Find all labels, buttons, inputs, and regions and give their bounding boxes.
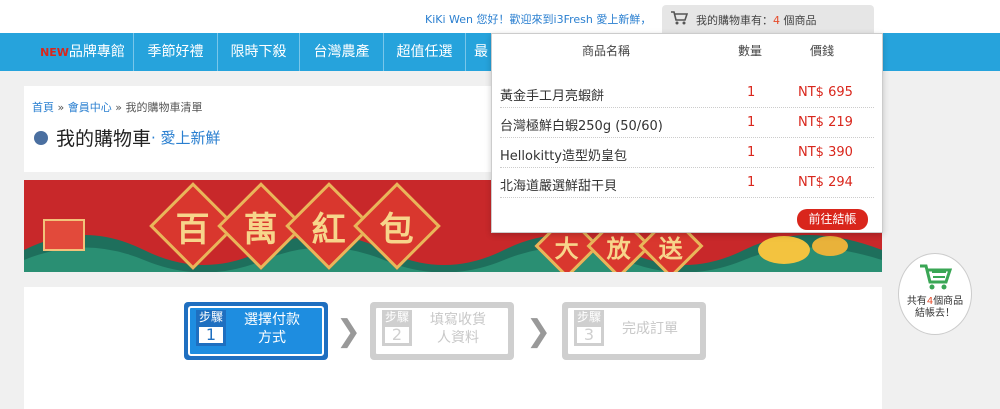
col-price: 價錢 <box>810 44 835 58</box>
greeting-text: 您好！歡迎來到i3Fresh 愛上新鮮， <box>473 13 652 26</box>
cart-item[interactable]: Hellokitty造型奶皇包 1 NT$ 390 <box>500 138 874 168</box>
new-badge: NEW <box>40 46 69 59</box>
cart-icon <box>671 11 688 25</box>
breadcrumb-sep: » <box>111 101 126 114</box>
nav-label: 限時下殺 <box>230 44 287 60</box>
cart-item[interactable]: 黃金手工月亮蝦餅 1 NT$ 695 <box>500 78 874 108</box>
breadcrumb-member[interactable]: 會員中心 <box>68 101 112 114</box>
chevron-right-icon: ❯ <box>336 314 362 349</box>
float-cart-text: 共有4個商品 結帳去！ <box>906 296 964 319</box>
item-price: NT$ 219 <box>798 115 853 130</box>
breadcrumb-sep: » <box>54 101 68 114</box>
bullet-icon <box>34 130 48 145</box>
step-label: 完成訂單 <box>622 321 678 337</box>
cart-item[interactable]: 北海道嚴選鮮甜干貝 1 NT$ 294 <box>500 168 874 198</box>
item-name: Hellokitty造型奶皇包 <box>500 149 627 164</box>
breadcrumb: 首頁 » 會員中心 » 我的購物車清單 <box>32 99 202 115</box>
page-subtitle: · 愛上新鮮 <box>151 129 221 147</box>
breadcrumb-current: 我的購物車清單 <box>125 101 203 114</box>
cart-tab-suffix: 個商品 <box>780 14 817 27</box>
step-1-payment[interactable]: 步驟 1 選擇付款 方式 <box>184 302 328 360</box>
step-label: 選擇付款 方式 <box>244 312 300 346</box>
nav-label: 台灣農產 <box>313 44 370 60</box>
chevron-right-icon: ❯ <box>526 314 552 349</box>
col-name: 商品名稱 <box>582 44 631 58</box>
page-title: 我的購物車· 愛上新鮮 <box>34 124 221 151</box>
nav-label: 超值任選 <box>396 44 453 60</box>
nav-seasonal-gifts[interactable]: 季節好禮 <box>134 33 218 71</box>
col-qty: 數量 <box>738 44 763 58</box>
cart-summary-tab[interactable]: 我的購物車有：4 個商品 <box>662 5 874 33</box>
cart-icon <box>920 264 953 290</box>
nav-label: 季節好禮 <box>147 44 204 60</box>
item-name: 台灣極鮮白蝦250g (50/60) <box>500 119 663 134</box>
item-qty: 1 <box>747 145 756 160</box>
cart-tab-prefix: 我的購物車有： <box>696 14 773 27</box>
step-badge: 步驟 2 <box>382 310 412 346</box>
item-qty: 1 <box>747 115 756 130</box>
banner-headline: 百 萬 紅 包 <box>149 180 441 272</box>
nav-brand-hall[interactable]: NEW品牌專館 <box>32 33 134 71</box>
item-qty: 1 <box>747 175 756 190</box>
floating-cart-button[interactable]: 共有4個商品 結帳去！ <box>898 253 972 335</box>
breadcrumb-home[interactable]: 首頁 <box>32 101 54 114</box>
checkout-button[interactable]: 前往結帳 <box>797 209 868 230</box>
cart-dropdown-header: 商品名稱 數量 價錢 <box>492 34 882 58</box>
nav-value-picks[interactable]: 超值任選 <box>384 33 466 71</box>
step-badge: 步驟 1 <box>196 310 226 346</box>
user-name[interactable]: KiKi Wen <box>425 13 473 26</box>
nav-label: 品牌專館 <box>68 44 125 60</box>
step-3-complete: 步驟 3 完成訂單 <box>562 302 706 360</box>
item-qty: 1 <box>747 85 756 100</box>
step-label: 填寫收貨 人資料 <box>430 312 486 346</box>
item-price: NT$ 294 <box>798 175 853 190</box>
page-title-text: 我的購物車 <box>56 128 152 150</box>
item-price: NT$ 695 <box>798 85 853 100</box>
nav-flash-sale[interactable]: 限時下殺 <box>218 33 300 71</box>
user-greeting: KiKi Wen 您好！歡迎來到i3Fresh 愛上新鮮， <box>425 11 651 27</box>
step-badge: 步驟 3 <box>574 310 604 346</box>
nav-taiwan-produce[interactable]: 台灣農產 <box>300 33 384 71</box>
cart-item[interactable]: 台灣極鮮白蝦250g (50/60) 1 NT$ 219 <box>500 108 874 138</box>
cart-dropdown: 商品名稱 數量 價錢 黃金手工月亮蝦餅 1 NT$ 695 台灣極鮮白蝦250g… <box>491 33 883 233</box>
item-price: NT$ 390 <box>798 145 853 160</box>
item-name: 北海道嚴選鮮甜干貝 <box>500 179 618 194</box>
step-2-recipient: 步驟 2 填寫收貨 人資料 <box>370 302 514 360</box>
nav-label: 最 <box>474 44 488 60</box>
banner-char: 包 <box>353 182 441 270</box>
item-name: 黃金手工月亮蝦餅 <box>500 89 605 104</box>
cart-count: 4 <box>773 14 780 27</box>
